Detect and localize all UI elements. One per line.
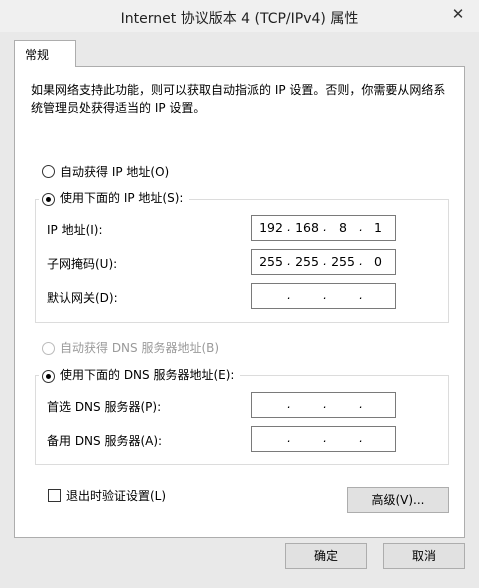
auto-ip-label: 自动获得 IP 地址(O) xyxy=(60,165,170,179)
validate-checkbox[interactable] xyxy=(48,489,61,502)
manual-ip-label: 使用下面的 IP 地址(S): xyxy=(60,191,184,205)
auto-ip-radio[interactable] xyxy=(42,165,55,178)
manual-dns-label: 使用下面的 DNS 服务器地址(E): xyxy=(60,368,235,382)
tab-general[interactable]: 常规 xyxy=(14,40,76,67)
manual-dns-radio[interactable] xyxy=(42,370,55,383)
title-bar: Internet 协议版本 4 (TCP/IPv4) 属性 ✕ xyxy=(0,0,479,32)
ip-octet-4: 1 xyxy=(374,220,382,235)
subnet-octet-3: 255 xyxy=(331,254,355,269)
cancel-button[interactable]: 取消 xyxy=(383,543,465,569)
advanced-button[interactable]: 高级(V)... xyxy=(347,487,449,513)
close-icon[interactable]: ✕ xyxy=(445,4,471,24)
general-panel: 如果网络支持此功能，则可以获取自动指派的 IP 设置。否则，你需要从网络系统管理… xyxy=(14,66,465,538)
manual-dns-option: 使用下面的 DNS 服务器地址(E): xyxy=(39,366,241,383)
subnet-octet-4: 0 xyxy=(374,254,382,269)
tab-general-label: 常规 xyxy=(25,48,50,62)
alternate-dns-label: 备用 DNS 服务器(A): xyxy=(47,434,163,448)
window-title: Internet 协议版本 4 (TCP/IPv4) 属性 xyxy=(120,11,359,27)
subnet-octet-2: 255 xyxy=(295,254,319,269)
ip-octet-3: 8 xyxy=(339,220,347,235)
description-text: 如果网络支持此功能，则可以获取自动指派的 IP 设置。否则，你需要从网络系统管理… xyxy=(31,83,446,115)
subnet-octet-1: 255 xyxy=(259,254,283,269)
ip-octet-2: 168 xyxy=(295,220,319,235)
alternate-dns-input[interactable]: ... xyxy=(251,426,396,452)
auto-dns-radio xyxy=(42,342,55,355)
subnet-label: 子网掩码(U): xyxy=(47,257,118,271)
preferred-dns-input[interactable]: ... xyxy=(251,392,396,418)
ip-address-input[interactable]: 192. 168. 8. 1 xyxy=(251,215,396,241)
gateway-input[interactable]: . . . xyxy=(251,283,396,309)
validate-label: 退出时验证设置(L) xyxy=(66,489,167,503)
manual-ip-radio[interactable] xyxy=(42,193,55,206)
gateway-label: 默认网关(D): xyxy=(47,291,118,305)
ok-button[interactable]: 确定 xyxy=(285,543,367,569)
ip-address-label: IP 地址(I): xyxy=(47,223,103,237)
subnet-input[interactable]: 255. 255. 255. 0 xyxy=(251,249,396,275)
preferred-dns-label: 首选 DNS 服务器(P): xyxy=(47,400,162,414)
ip-octet-1: 192 xyxy=(259,220,283,235)
manual-ip-option: 使用下面的 IP 地址(S): xyxy=(39,189,190,206)
auto-dns-label: 自动获得 DNS 服务器地址(B) xyxy=(60,341,220,355)
